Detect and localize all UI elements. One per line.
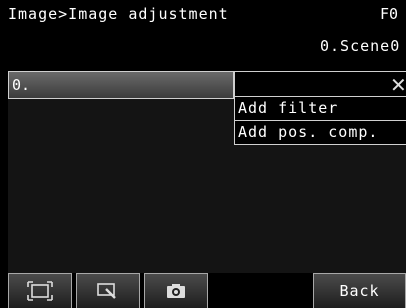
- zoom-icon: [97, 283, 116, 299]
- camera-icon: [167, 284, 185, 298]
- breadcrumb: Image>Image adjustment: [8, 5, 229, 23]
- back-button[interactable]: Back: [313, 273, 406, 308]
- scene-label: 0.Scene0: [320, 37, 401, 55]
- flow-indicator: F0: [380, 5, 399, 23]
- item-bar[interactable]: 0.: [8, 71, 234, 99]
- frame-icon: [27, 281, 53, 301]
- menu-item-add-pos-comp[interactable]: Add pos. comp.: [234, 120, 406, 145]
- frame-button[interactable]: [8, 273, 72, 308]
- capture-button[interactable]: [144, 273, 208, 308]
- context-menu: Add filter Add pos. comp.: [234, 96, 406, 145]
- item-bar-extension: [234, 71, 406, 99]
- menu-item-add-filter[interactable]: Add filter: [234, 96, 406, 121]
- screen: Image>Image adjustment F0 0.Scene0 0. ✕ …: [0, 0, 406, 308]
- close-icon[interactable]: ✕: [390, 73, 406, 97]
- zoom-button[interactable]: [76, 273, 140, 308]
- item-bar-label: 0.: [12, 76, 31, 94]
